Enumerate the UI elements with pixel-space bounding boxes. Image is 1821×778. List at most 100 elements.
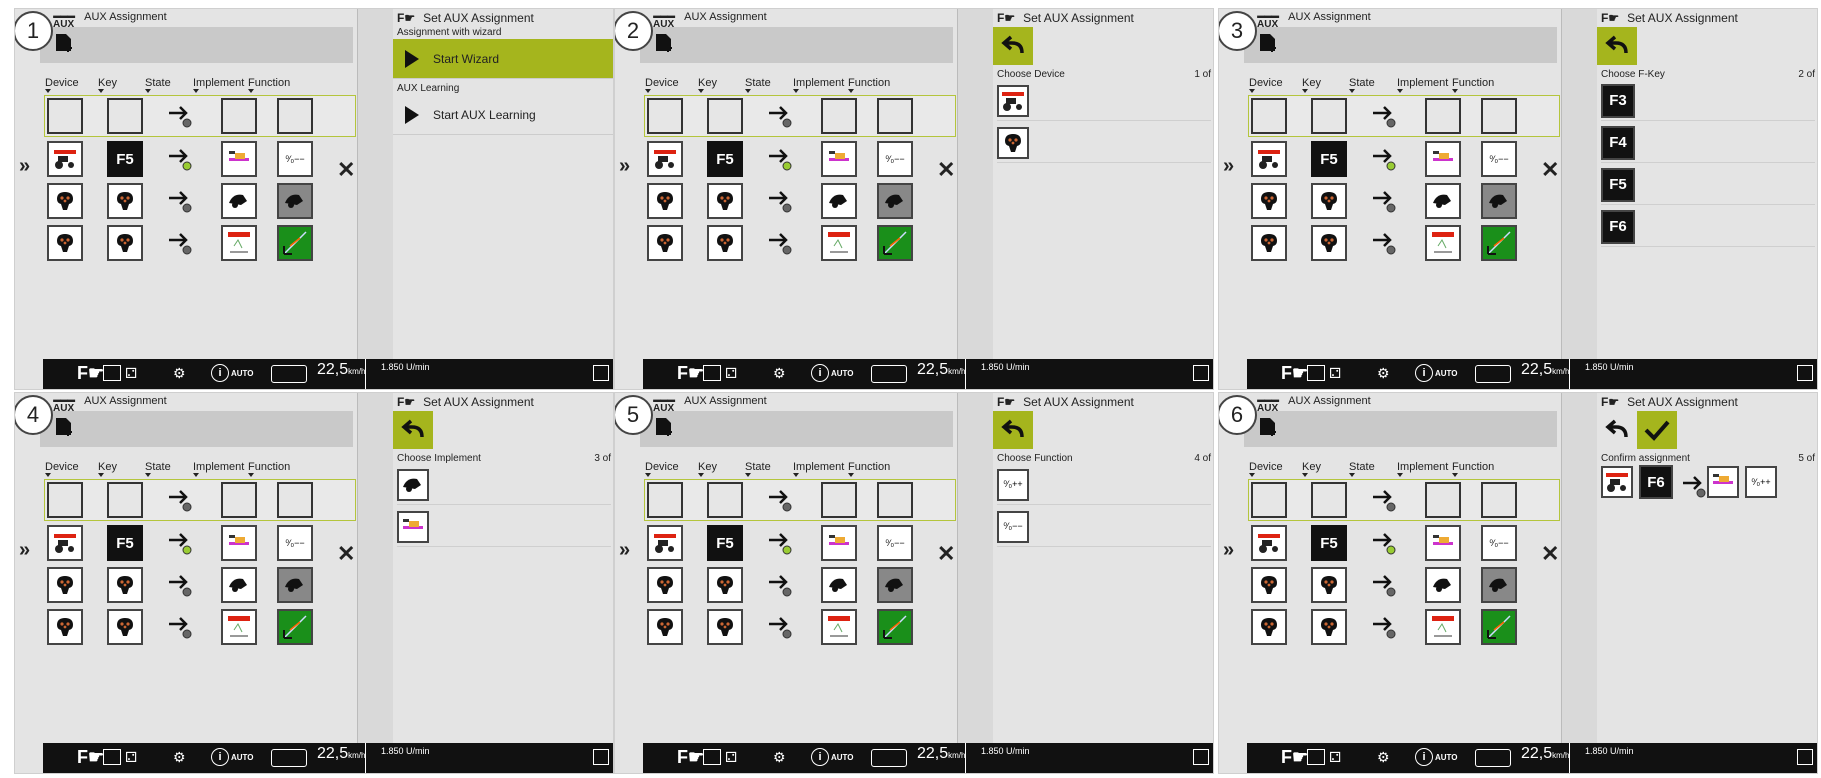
column-header-device[interactable]: Device (1249, 461, 1283, 477)
implement-claas-icon[interactable] (1425, 609, 1461, 645)
light-icon[interactable] (703, 749, 721, 765)
axle-icon[interactable]: ⚁ (725, 749, 737, 766)
f-hand-icon[interactable]: F☛ (677, 747, 704, 768)
column-header-function[interactable]: Function (248, 461, 290, 477)
empty-slot[interactable] (1425, 98, 1461, 134)
confirm-button[interactable] (1637, 411, 1677, 449)
function-minus[interactable]: ⁰⁄₀−− (277, 525, 313, 561)
info-icon[interactable]: i (1415, 748, 1433, 766)
column-header-function[interactable]: Function (848, 461, 890, 477)
column-header-device[interactable]: Device (645, 77, 679, 93)
expand-icon[interactable]: » (619, 155, 630, 178)
light-icon[interactable] (103, 365, 121, 381)
empty-slot[interactable] (1251, 482, 1287, 518)
back-button[interactable] (1597, 411, 1637, 449)
f-hand-icon[interactable]: F☛ (1281, 747, 1308, 768)
function-machine-up-icon[interactable] (1481, 567, 1517, 603)
column-header-state[interactable]: State (745, 77, 771, 93)
implement-machine-icon[interactable] (1425, 183, 1461, 219)
key-f5[interactable]: F5 (1311, 525, 1347, 561)
device-joystick-icon[interactable] (47, 567, 83, 603)
column-header-key[interactable]: Key (1302, 461, 1321, 477)
empty-slot[interactable] (107, 98, 143, 134)
add-assignment-icon[interactable] (655, 417, 673, 441)
f-hand-icon[interactable]: F☛ (677, 363, 704, 384)
column-header-state[interactable]: State (145, 461, 171, 477)
axle-icon[interactable]: ⚁ (1329, 749, 1341, 766)
menu-icon[interactable] (1797, 749, 1813, 765)
column-header-state[interactable]: State (1349, 461, 1375, 477)
empty-slot[interactable] (277, 98, 313, 134)
implement-claas-icon[interactable] (821, 225, 857, 261)
transmission-icon[interactable] (1475, 749, 1511, 767)
key-joystick-icon[interactable] (1311, 183, 1347, 219)
back-button[interactable] (1597, 27, 1637, 65)
expand-icon[interactable]: » (619, 539, 630, 562)
add-assignment-icon[interactable] (655, 33, 673, 57)
column-header-state[interactable]: State (1349, 77, 1375, 93)
column-header-device[interactable]: Device (645, 461, 679, 477)
hitch-icon[interactable]: ⚙ (173, 749, 186, 766)
expand-icon[interactable]: » (1223, 539, 1234, 562)
axle-icon[interactable]: ⚁ (125, 749, 137, 766)
key-f5[interactable]: F5 (107, 525, 143, 561)
device-tractor-icon[interactable] (647, 525, 683, 561)
light-icon[interactable] (1307, 365, 1325, 381)
transmission-icon[interactable] (1475, 365, 1511, 383)
device-joystick-icon[interactable] (47, 183, 83, 219)
key-f5[interactable]: F5 (707, 141, 743, 177)
device-joystick-icon[interactable] (1251, 225, 1287, 261)
column-header-implement[interactable]: Implement (793, 461, 844, 477)
empty-slot[interactable] (877, 482, 913, 518)
transmission-icon[interactable] (271, 365, 307, 383)
expand-icon[interactable]: » (1223, 155, 1234, 178)
empty-slot[interactable] (107, 482, 143, 518)
key-joystick-icon[interactable] (107, 609, 143, 645)
function-minus[interactable]: ⁰⁄₀−− (1481, 525, 1517, 561)
list-item[interactable]: ⁰⁄₀++ (997, 465, 1211, 505)
list-item[interactable] (397, 507, 611, 547)
implement-machine-icon[interactable] (821, 183, 857, 219)
start-aux-learning-button[interactable]: Start AUX Learning (393, 95, 613, 135)
key-f5[interactable]: F5 (1311, 141, 1347, 177)
function-minus[interactable]: ⁰⁄₀−− (1481, 141, 1517, 177)
implement-machine-icon[interactable] (221, 567, 257, 603)
delete-assignment-icon[interactable]: ✕ (1541, 541, 1559, 567)
implement-icon[interactable] (1425, 525, 1461, 561)
key-joystick-icon[interactable] (1311, 609, 1347, 645)
list-item[interactable]: F4 (1601, 123, 1815, 163)
empty-slot[interactable] (877, 98, 913, 134)
device-joystick-icon[interactable] (1251, 609, 1287, 645)
function-minus[interactable]: ⁰⁄₀−− (877, 525, 913, 561)
implement-machine-icon[interactable] (221, 183, 257, 219)
empty-slot[interactable] (221, 98, 257, 134)
implement-claas-icon[interactable] (221, 609, 257, 645)
empty-slot[interactable] (1251, 98, 1287, 134)
implement-machine-icon[interactable] (1425, 567, 1461, 603)
delete-assignment-icon[interactable]: ✕ (937, 541, 955, 567)
empty-slot[interactable] (47, 482, 83, 518)
menu-icon[interactable] (1193, 365, 1209, 381)
hitch-icon[interactable]: ⚙ (1377, 365, 1390, 382)
info-icon[interactable]: i (211, 748, 229, 766)
menu-icon[interactable] (593, 365, 609, 381)
empty-slot[interactable] (647, 98, 683, 134)
function-machine-up-icon[interactable] (277, 183, 313, 219)
back-button[interactable] (993, 411, 1033, 449)
add-assignment-icon[interactable] (55, 33, 73, 57)
implement-machine-icon[interactable] (821, 567, 857, 603)
column-header-function[interactable]: Function (1452, 77, 1494, 93)
list-item[interactable]: ⁰⁄₀−− (997, 507, 1211, 547)
add-assignment-icon[interactable] (1259, 33, 1277, 57)
info-icon[interactable]: i (211, 364, 229, 382)
function-graph-icon[interactable] (877, 609, 913, 645)
empty-slot[interactable] (1481, 98, 1517, 134)
device-tractor-icon[interactable] (647, 141, 683, 177)
hitch-icon[interactable]: ⚙ (773, 365, 786, 382)
device-joystick-icon[interactable] (647, 225, 683, 261)
empty-slot[interactable] (221, 482, 257, 518)
light-icon[interactable] (1307, 749, 1325, 765)
info-icon[interactable]: i (811, 364, 829, 382)
key-joystick-icon[interactable] (1311, 225, 1347, 261)
list-item[interactable] (997, 81, 1211, 121)
